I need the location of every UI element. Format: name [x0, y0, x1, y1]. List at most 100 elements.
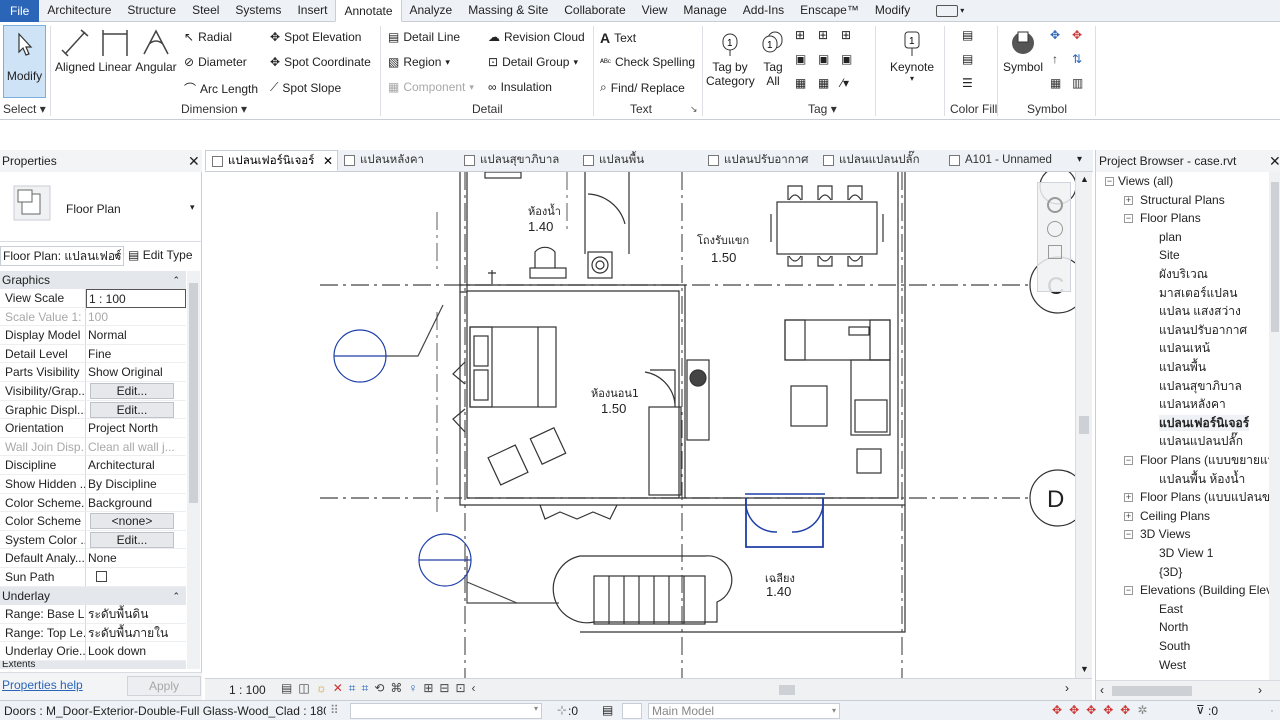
select-by-face-icon[interactable]: ✥	[1103, 703, 1113, 717]
panel-dimension[interactable]: Dimension ▾	[181, 102, 247, 116]
scroll-left-icon[interactable]: ‹	[472, 681, 476, 696]
pipe-legend-icon[interactable]: ☰	[962, 76, 973, 90]
highlight-displacement-icon[interactable]: ⊡	[455, 681, 465, 696]
property-value[interactable]: Edit...	[86, 401, 186, 420]
edit-type-button[interactable]: ▤ Edit Type	[128, 246, 200, 266]
spot-slope-button[interactable]: ⟋ Spot Slope	[270, 80, 341, 95]
collapse-icon[interactable]: −	[1124, 586, 1133, 596]
spot-coordinate-button[interactable]: ✥ Spot Coordinate	[270, 55, 371, 69]
property-row[interactable]: Orientation Project North	[0, 419, 186, 438]
browser-view-item[interactable]: East	[1159, 601, 1183, 617]
browser-view-item[interactable]: แปลนเหน้	[1159, 340, 1210, 356]
property-value[interactable]: Clean all wall j...	[86, 438, 186, 457]
property-row[interactable]: Default Analy... None	[0, 549, 186, 568]
browser-group[interactable]: Floor Plans	[1140, 210, 1201, 226]
browser-group[interactable]: Views (all)	[1118, 173, 1173, 189]
editable-only-icon[interactable]: ⊹	[557, 703, 567, 717]
multi-category-icon[interactable]: ▣	[841, 52, 852, 66]
property-row[interactable]: Range: Base L... ระดับพื้นดิน	[0, 605, 186, 624]
menu-tab-modify[interactable]: Modify	[867, 0, 918, 21]
panel-tag[interactable]: Tag ▾	[808, 102, 837, 116]
property-edit-button[interactable]: Edit...	[90, 531, 174, 548]
property-value[interactable]: Background	[86, 494, 186, 513]
expand-icon[interactable]: +	[1124, 511, 1133, 521]
browser-view-item[interactable]: แปลนแปลนปลั๊ก	[1159, 433, 1243, 449]
drag-on-selection-icon[interactable]: ✥	[1120, 703, 1130, 717]
panel-symbol[interactable]: Symbol	[1027, 102, 1067, 116]
stair-path-icon[interactable]: ↑	[1052, 52, 1058, 66]
check-spelling-button[interactable]: ᴬᴮᶜ Check Spelling	[600, 55, 695, 69]
browser-view-item[interactable]: South	[1159, 638, 1190, 654]
shadows-icon[interactable]: ✕	[333, 681, 343, 696]
sun-path-checkbox[interactable]	[96, 571, 107, 582]
modify-button[interactable]: Modify	[3, 25, 46, 98]
menu-tab-massing-site[interactable]: Massing & Site	[460, 0, 556, 21]
tag-by-category-button[interactable]: 1 Tag by Category	[706, 28, 755, 88]
view-tab[interactable]: A101 - Unnamed	[943, 150, 1078, 171]
property-row[interactable]: Color Scheme <none>	[0, 512, 186, 531]
browser-view-item[interactable]: แปลนเฟอร์นิเจอร์	[1159, 414, 1250, 431]
vertical-scrollbar[interactable]: ▲ ▼	[1075, 172, 1092, 678]
select-links-icon[interactable]: ✥	[1052, 703, 1062, 717]
visual-style-icon[interactable]: ◫	[298, 681, 309, 696]
expand-icon[interactable]: +	[1124, 195, 1133, 205]
drawing-canvas[interactable]: C D ห้องน้ำ 1.40 โถงรับแขก 1.50 ห้องนอน1…	[205, 172, 1075, 678]
radial-dimension-button[interactable]: ↖ Radial	[184, 30, 232, 44]
stair-tag-icon[interactable]: ⊞	[818, 28, 828, 42]
property-row[interactable]: System Color ... Edit...	[0, 530, 186, 550]
property-value[interactable]: Fine	[86, 345, 186, 364]
tag-all-button[interactable]: 1 Tag All	[756, 28, 790, 88]
property-row[interactable]: Parts Visibility Show Original	[0, 363, 186, 382]
property-edit-button[interactable]: <none>	[90, 513, 174, 530]
browser-view-item[interactable]: แปลนพื้น	[1159, 359, 1206, 375]
design-option-selector[interactable]	[622, 703, 642, 719]
scroll-left-icon[interactable]: ‹	[1100, 683, 1104, 697]
horizontal-scrollbar[interactable]: ›	[515, 681, 1075, 695]
property-edit-button[interactable]: Edit...	[90, 383, 174, 399]
browser-group[interactable]: 3D Views	[1140, 526, 1190, 542]
property-value[interactable]: ระดับพื้นดิน	[86, 605, 186, 624]
view-reference-icon[interactable]: ▦	[795, 76, 806, 90]
property-row[interactable]: Range: Top Le... ระดับพื้นภายใน	[0, 623, 186, 643]
property-value[interactable]: 1 : 100	[86, 289, 186, 308]
region-button[interactable]: ▧ Region ▾	[388, 55, 450, 69]
view-tab[interactable]: แปลนหลังคา	[338, 150, 456, 171]
menu-tab-structure[interactable]: Structure	[119, 0, 184, 21]
navigation-bar[interactable]	[1037, 182, 1071, 292]
aligned-dimension-button[interactable]: Aligned	[54, 28, 96, 74]
browser-view-item[interactable]: แปลนสุขาภิบาล	[1159, 378, 1242, 394]
type-selector[interactable]: Floor Plan ▾	[0, 174, 202, 242]
property-value[interactable]: Project North	[86, 419, 186, 438]
property-row[interactable]: Show Hidden ... By Discipline	[0, 475, 186, 494]
background-process-icon[interactable]: ✲	[1137, 703, 1147, 717]
browser-group[interactable]: Ceiling Plans	[1140, 508, 1210, 524]
unlocked-3d-icon[interactable]: ⟲	[374, 681, 384, 696]
property-edit-button[interactable]: Edit...	[90, 401, 174, 418]
material-tag-icon[interactable]: ▣	[795, 52, 806, 66]
area-tag-icon[interactable]: ▣	[818, 52, 829, 66]
diameter-dimension-button[interactable]: ⊘ Diameter	[184, 55, 247, 69]
linear-dimension-button[interactable]: Linear	[96, 28, 134, 74]
scroll-thumb[interactable]	[189, 283, 198, 503]
keynote-button[interactable]: 1 Keynote ▾	[884, 28, 940, 83]
property-value[interactable]: Edit...	[86, 531, 186, 550]
property-row[interactable]: Scale Value 1: 100	[0, 307, 186, 327]
property-value[interactable]: ระดับพื้นภายใน	[86, 624, 186, 643]
menu-tab-analyze[interactable]: Analyze	[402, 0, 461, 21]
property-value[interactable]: Show Original	[86, 363, 186, 382]
browser-group[interactable]: Elevations (Building Elevat	[1140, 582, 1280, 598]
property-row[interactable]: Detail Level Fine	[0, 344, 186, 364]
fabric-reinforcement-icon[interactable]: ▥	[1072, 76, 1083, 90]
property-row[interactable]: Display Model Normal	[0, 326, 186, 345]
browser-view-item[interactable]: plan	[1159, 229, 1182, 245]
menu-tab-insert[interactable]: Insert	[289, 0, 335, 21]
find-replace-button[interactable]: ⌕ Find/ Replace	[600, 80, 685, 95]
property-row[interactable]: Visibility/Grap... Edit...	[0, 382, 186, 401]
browser-view-item[interactable]: แปลนพื้น ห้องน้ำ	[1159, 471, 1245, 487]
browser-view-item[interactable]: มาสเตอร์แปลน	[1159, 285, 1237, 301]
span-direction-icon[interactable]: ✥	[1050, 28, 1060, 42]
property-row[interactable]: Discipline Architectural	[0, 456, 186, 475]
close-icon[interactable]: ✕	[188, 153, 200, 170]
property-row[interactable]: Color Scheme... Background	[0, 493, 186, 513]
menu-tab-systems[interactable]: Systems	[227, 0, 289, 21]
